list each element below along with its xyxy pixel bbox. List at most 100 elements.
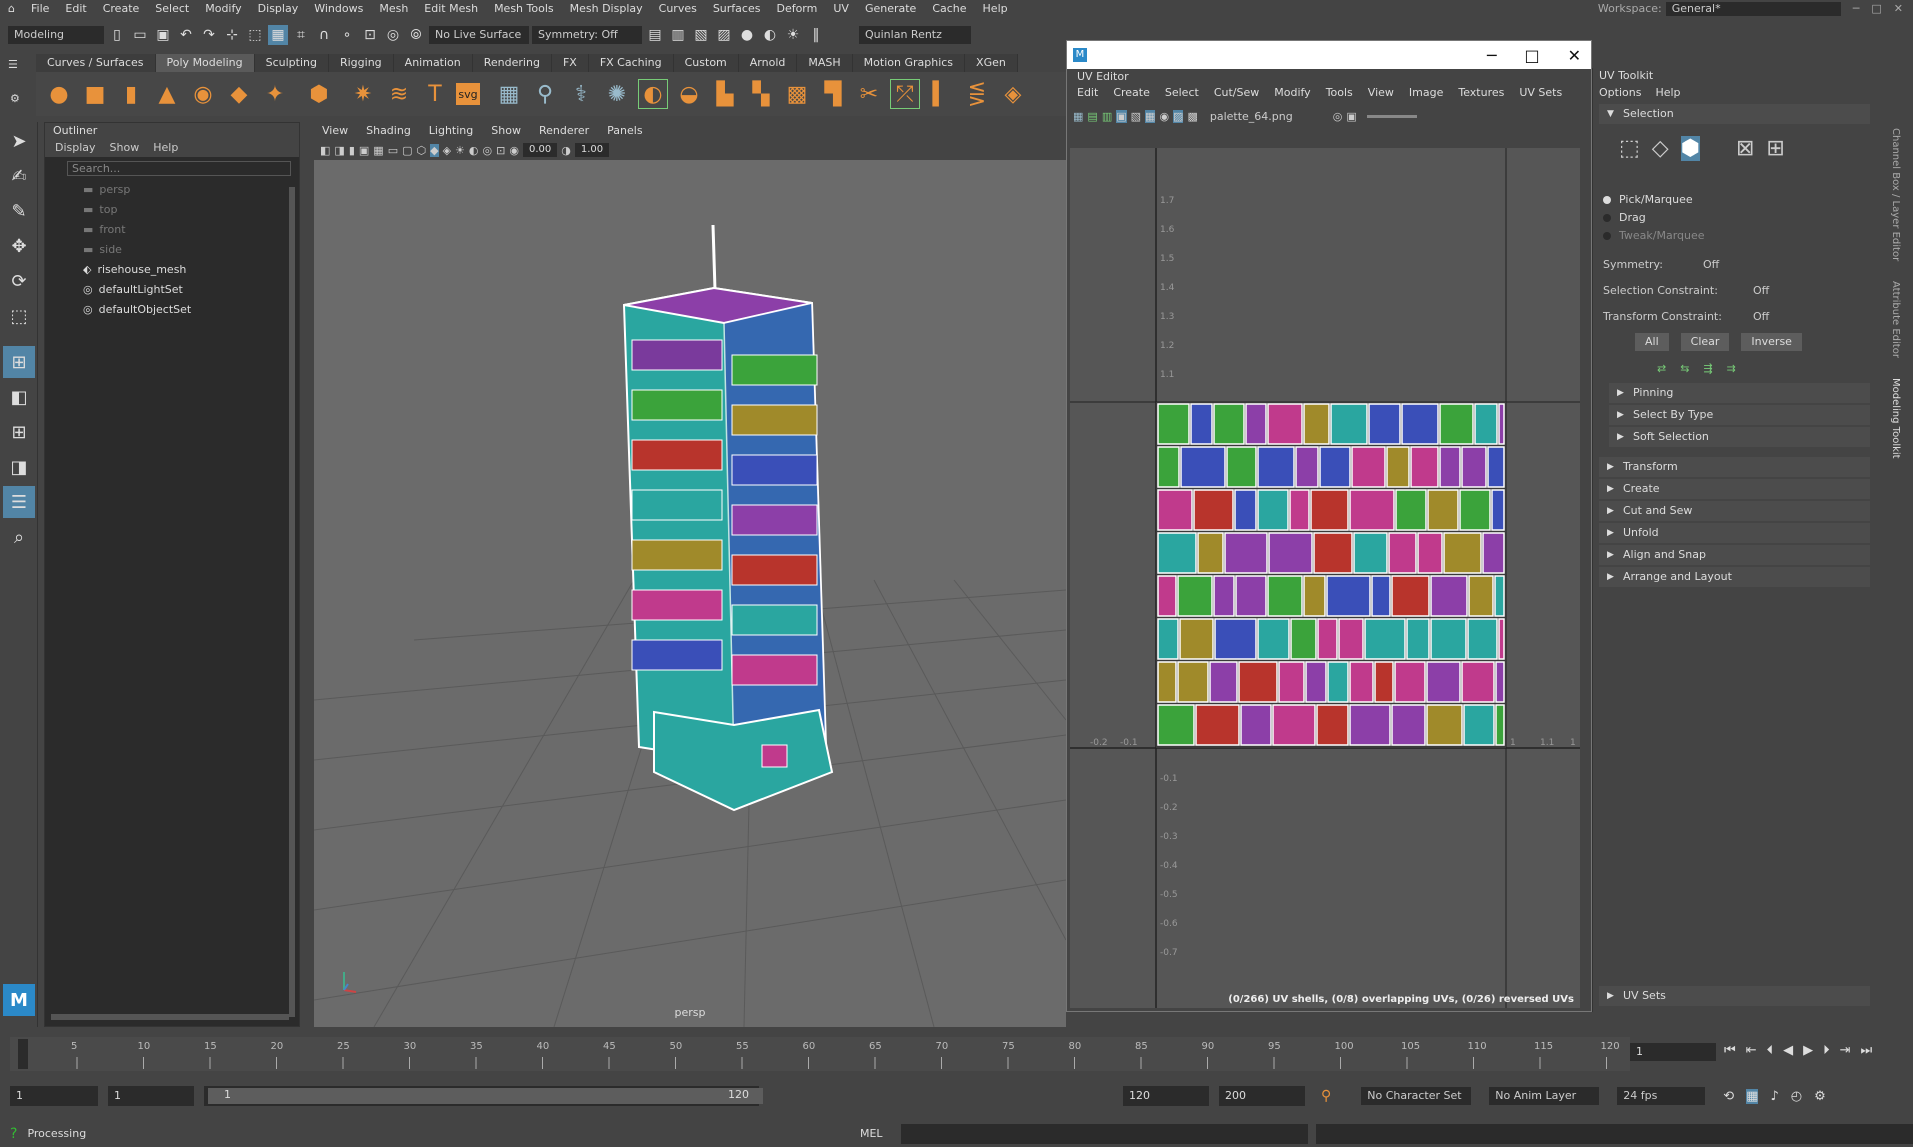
uv-shell[interactable]: [1313, 532, 1353, 574]
render-settings-icon[interactable]: ▨: [714, 25, 734, 45]
texture-label[interactable]: palette_64.png: [1210, 110, 1293, 123]
menu-create[interactable]: Create: [95, 2, 148, 15]
hypershade-icon[interactable]: ●: [737, 25, 757, 45]
save-scene-icon[interactable]: ▣: [153, 25, 173, 45]
uv-shell[interactable]: [1410, 446, 1439, 488]
maximize-icon[interactable]: □: [1524, 46, 1539, 65]
speed-icon[interactable]: ◴: [1791, 1089, 1802, 1104]
uv-shell[interactable]: [1197, 532, 1224, 574]
maya-home-icon[interactable]: ⌂: [0, 2, 23, 15]
grow-selection-icon[interactable]: ⇄: [1657, 362, 1666, 375]
uv-shell[interactable]: [1193, 489, 1234, 531]
svg-icon[interactable]: svg: [456, 83, 480, 105]
uv-shell[interactable]: [1316, 704, 1349, 746]
target-weld-icon[interactable]: ✂: [854, 79, 884, 109]
uv-shell[interactable]: [1157, 618, 1179, 660]
menu-surfaces[interactable]: Surfaces: [705, 2, 769, 15]
camera-select-icon[interactable]: ◧: [320, 144, 330, 157]
menu-edit-mesh[interactable]: Edit Mesh: [416, 2, 486, 15]
shelf-menu-icon[interactable]: ☰: [8, 58, 18, 71]
edge-mode-icon[interactable]: ◇: [1652, 136, 1669, 161]
uv-shell[interactable]: [1240, 704, 1272, 746]
uv-shell[interactable]: [1364, 618, 1406, 660]
poly-text-icon[interactable]: T: [420, 79, 450, 109]
search-icon[interactable]: ⌕: [3, 521, 35, 553]
uv-shell[interactable]: [1290, 618, 1317, 660]
scene-start-field[interactable]: 1: [10, 1086, 98, 1106]
camera-attr-icon[interactable]: ◨: [334, 144, 344, 157]
uv-shell[interactable]: [1326, 575, 1371, 617]
menu-select[interactable]: Select: [147, 2, 197, 15]
uv-shell[interactable]: [1461, 446, 1487, 488]
uv-shell[interactable]: [1330, 403, 1368, 445]
face-mode-icon[interactable]: ⬢: [1680, 136, 1700, 161]
extrude-icon[interactable]: ◐: [638, 79, 668, 109]
time-slider[interactable]: 5 10 15 20 25 30 35 40 45 50 55 60 65 70 75 80 85 90 95 100…: [0, 1035, 1913, 1073]
new-scene-icon[interactable]: ▯: [107, 25, 127, 45]
uv-shell[interactable]: [1498, 618, 1505, 660]
poly-cone-icon[interactable]: ▲: [152, 79, 182, 109]
menu-mesh-tools[interactable]: Mesh Tools: [486, 2, 562, 15]
uv-stack-icon[interactable]: ▤: [1087, 110, 1097, 123]
poly-sphere-icon[interactable]: ●: [44, 79, 74, 109]
textured-icon[interactable]: ◈: [443, 144, 451, 157]
anim-layer-dropdown[interactable]: No Anim Layer: [1489, 1087, 1600, 1105]
uv-gamma-icon[interactable]: ▣: [1346, 110, 1356, 123]
combine-icon[interactable]: ▦: [494, 79, 524, 109]
gamma-icon[interactable]: ◑: [561, 144, 571, 157]
loop-selection-icon[interactable]: ⇉: [1727, 362, 1736, 375]
uv-exposure-icon[interactable]: ◎: [1333, 110, 1343, 123]
redo-icon[interactable]: ↷: [199, 25, 219, 45]
uv-shell[interactable]: [1190, 403, 1213, 445]
uv-sets-section[interactable]: UV Sets: [1599, 986, 1870, 1006]
menu-mesh-display[interactable]: Mesh Display: [562, 2, 651, 15]
menuset-dropdown[interactable]: Modeling: [8, 25, 104, 44]
command-input[interactable]: [900, 1123, 1309, 1144]
undo-icon[interactable]: ↶: [176, 25, 196, 45]
shelf-tab-fx-caching[interactable]: FX Caching: [588, 54, 674, 72]
cache-icon[interactable]: ▦: [1746, 1088, 1759, 1104]
uv-shell[interactable]: [1157, 704, 1195, 746]
maximize-icon[interactable]: □: [1871, 2, 1881, 15]
range-end-field[interactable]: 120: [1123, 1086, 1209, 1106]
uv-shell[interactable]: [1349, 704, 1391, 746]
uv-shell[interactable]: [1157, 661, 1177, 703]
snap-live-icon[interactable]: ⦾: [406, 25, 426, 45]
shadows-icon[interactable]: ◐: [469, 144, 479, 157]
uv-shell[interactable]: [1374, 661, 1394, 703]
uv-shell[interactable]: [1417, 532, 1443, 574]
bevel-icon[interactable]: ◒: [674, 79, 704, 109]
snap-grid-icon[interactable]: ⌗: [291, 25, 311, 45]
shelf-tab-curves-surfaces[interactable]: Curves / Surfaces: [36, 54, 156, 72]
menu-modify[interactable]: Modify: [197, 2, 249, 15]
uv-shell[interactable]: [1349, 489, 1395, 531]
uv-shell[interactable]: [1226, 446, 1257, 488]
xray-icon[interactable]: ◎: [483, 144, 493, 157]
grid-icon[interactable]: ▦: [373, 144, 383, 157]
viewport-menu-renderer[interactable]: Renderer: [539, 122, 589, 140]
film-gate-icon[interactable]: ▭: [388, 144, 398, 157]
menu-file[interactable]: File: [23, 2, 57, 15]
render-frame-icon[interactable]: ▤: [645, 25, 665, 45]
character-set-dropdown[interactable]: No Character Set: [1361, 1087, 1472, 1105]
uv-shell[interactable]: [1395, 489, 1427, 531]
smooth-shade-icon[interactable]: ◆: [430, 143, 439, 157]
uv-menu-select[interactable]: Select: [1165, 84, 1199, 102]
range-slider[interactable]: 1 120: [204, 1086, 763, 1106]
uv-grid-area[interactable]: 1.7 1.6 1.5 1.4 1.3 1.2 1.1 -0.1 -0.2 -0.3 -0.4 -0.…: [1070, 148, 1580, 1008]
uv-shell[interactable]: [1317, 618, 1338, 660]
play-forward-icon[interactable]: ▶: [1803, 1043, 1813, 1058]
menu-uv[interactable]: UV: [825, 2, 857, 15]
uv-shell-select-icon[interactable]: ▦: [1073, 110, 1083, 123]
menu-help[interactable]: Help: [975, 2, 1016, 15]
snap-point-icon[interactable]: ∘: [337, 25, 357, 45]
rotate-tool-icon[interactable]: ⟳: [3, 265, 35, 297]
platonic-icon[interactable]: ⬢: [304, 79, 334, 109]
uv-checker-icon[interactable]: ▦: [1145, 109, 1156, 123]
uv-menu-textures[interactable]: Textures: [1458, 84, 1504, 102]
uv-shell[interactable]: [1426, 661, 1461, 703]
snap-curve-icon[interactable]: ∩: [314, 25, 334, 45]
uv-menu-view[interactable]: View: [1368, 84, 1394, 102]
uv-menu-cut-sew[interactable]: Cut/Sew: [1214, 84, 1259, 102]
uv-shell[interactable]: [1272, 704, 1316, 746]
